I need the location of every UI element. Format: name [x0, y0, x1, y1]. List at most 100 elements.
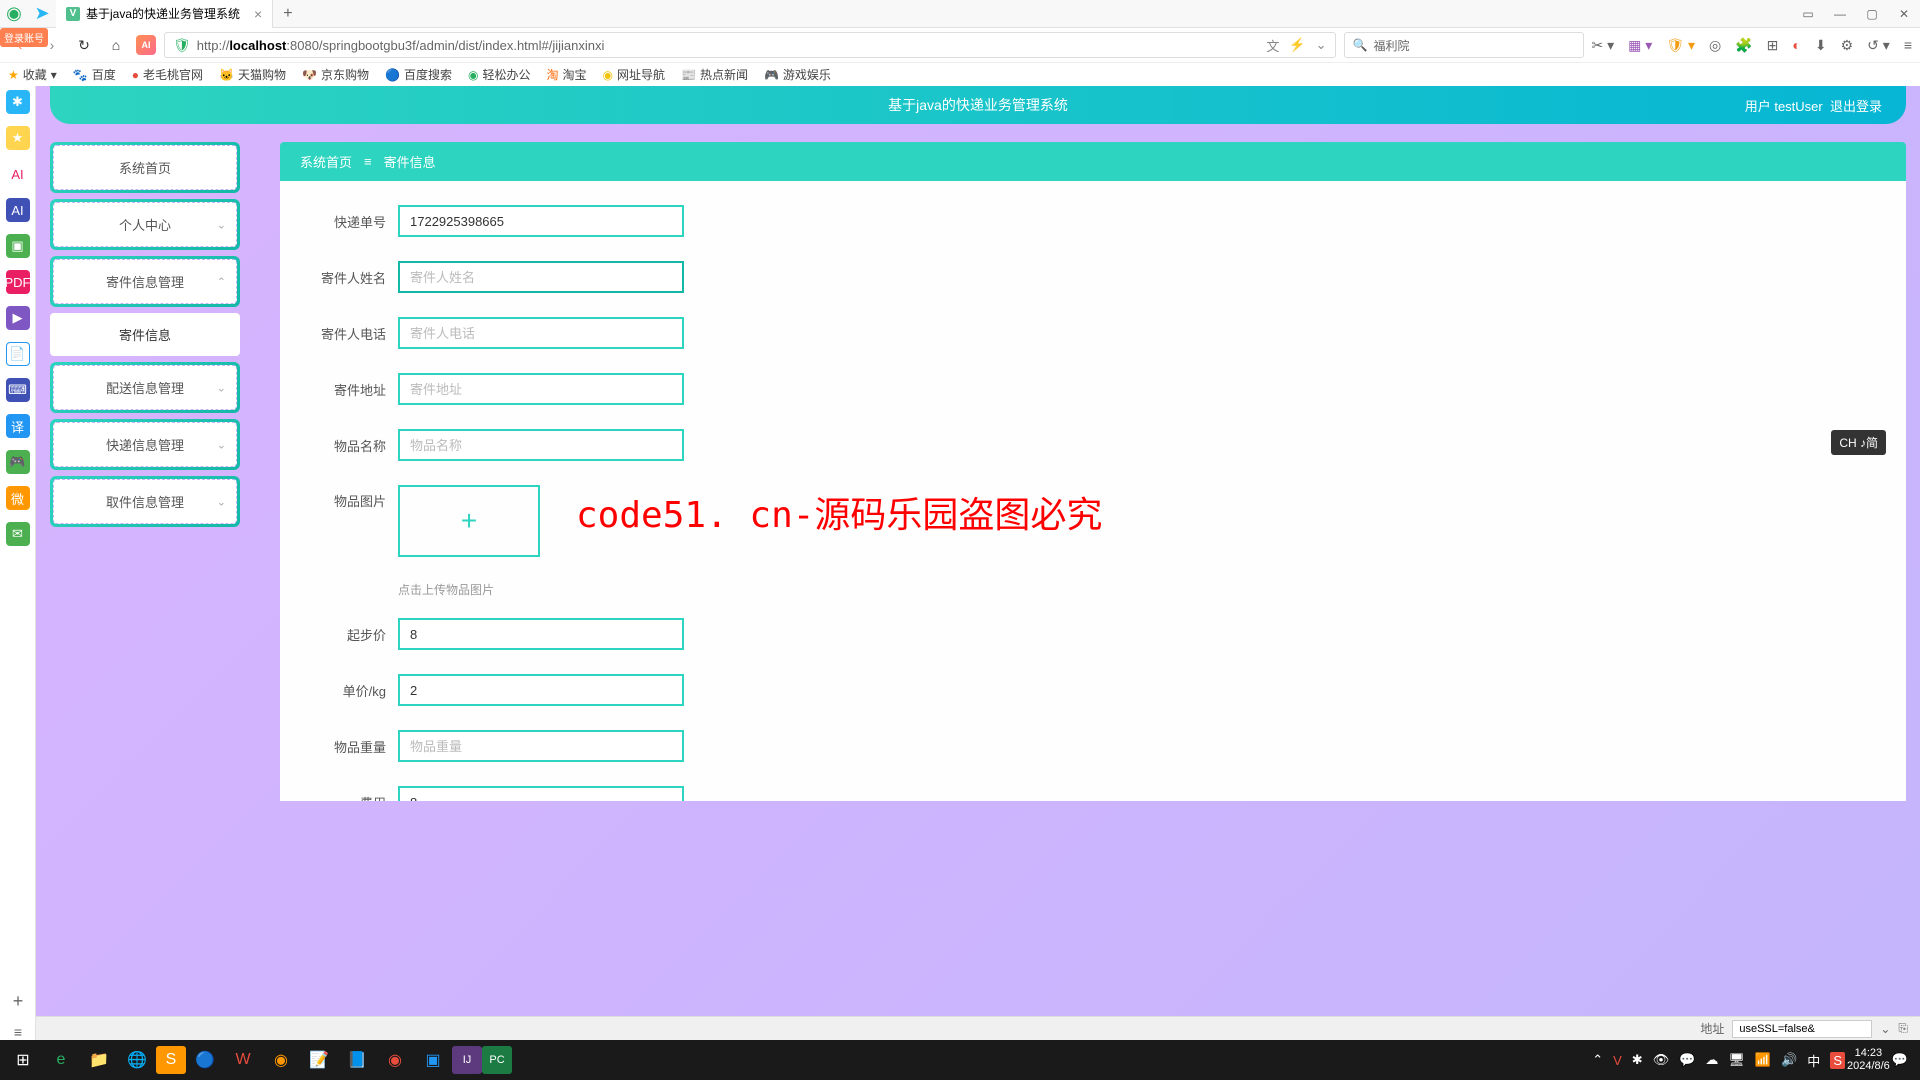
tray-ime-icon[interactable]: 中 [1807, 1051, 1820, 1070]
bookmark-tmall[interactable]: 🐱天猫购物 [219, 66, 286, 83]
taskbar-app1[interactable]: ◉ [262, 1042, 300, 1078]
notification-icon[interactable]: 💬 [1892, 1052, 1908, 1068]
close-tab-icon[interactable]: × [254, 6, 262, 22]
scissors-icon[interactable]: ✂ ▾ [1592, 37, 1615, 54]
tray-monitor-icon[interactable]: 🖥 [1728, 1052, 1745, 1068]
sidebar-icon-2[interactable]: ★ [6, 126, 30, 150]
tray-wechat-icon[interactable]: 💬 [1679, 1052, 1695, 1068]
item-name-input[interactable] [398, 429, 684, 461]
copy-icon[interactable]: ⎘ [1898, 1021, 1908, 1036]
reload-button[interactable]: ↻ [72, 33, 96, 57]
tray-gear-icon[interactable]: ✱ [1632, 1052, 1643, 1068]
sidebar-icon-8[interactable]: 📄 [6, 342, 30, 366]
breadcrumb-home[interactable]: 系统首页 [300, 152, 352, 171]
pip-icon[interactable]: ▭ [1792, 0, 1824, 28]
search-box[interactable]: 🔍 福利院 [1344, 32, 1584, 58]
addr-input[interactable] [1732, 1020, 1872, 1038]
sidebar-icon-10[interactable]: 译 [6, 414, 30, 438]
refresh-icon[interactable]: ↺ ▾ [1867, 37, 1890, 54]
nav-send-mgmt[interactable]: 寄件信息管理⌃ [50, 256, 240, 307]
taskbar-pycharm[interactable]: PC [482, 1046, 512, 1074]
url-bar[interactable]: 🛡 http://localhost:8080/springbootgbu3f/… [164, 32, 1336, 58]
base-price-input[interactable] [398, 618, 684, 650]
tray-s-icon[interactable]: S [1830, 1052, 1845, 1069]
sidebar-icon-12[interactable]: 微 [6, 486, 30, 510]
maximize-button[interactable]: ▢ [1856, 0, 1888, 28]
weight-input[interactable] [398, 730, 684, 762]
start-button[interactable]: ⊞ [4, 1042, 42, 1078]
sidebar-icon-5[interactable]: ▣ [6, 234, 30, 258]
target-icon[interactable]: ◎ [1709, 37, 1721, 54]
bookmark-office[interactable]: ◉轻松办公 [468, 66, 531, 83]
sender-phone-input[interactable] [398, 317, 684, 349]
sidebar-icon-7[interactable]: ▶ [6, 306, 30, 330]
bookmark-games[interactable]: 🎮游戏娱乐 [764, 66, 831, 83]
ai-badge-icon[interactable]: AI [136, 35, 156, 55]
bookmark-news[interactable]: 📰热点新闻 [681, 66, 748, 83]
download-icon[interactable]: ⬇ [1815, 37, 1827, 54]
taskbar-idea[interactable]: IJ [452, 1046, 482, 1074]
nav-send-info[interactable]: 寄件信息 [50, 313, 240, 356]
chevron-down-icon[interactable]: ⌄ [1316, 37, 1327, 53]
fee-input[interactable] [398, 786, 684, 801]
minimize-button[interactable]: — [1824, 0, 1856, 28]
nav-delivery-mgmt[interactable]: 配送信息管理⌄ [50, 362, 240, 413]
sidebar-menu-button[interactable]: ≡ [14, 1024, 22, 1040]
tray-volume-icon[interactable]: 🔊 [1781, 1052, 1797, 1068]
tray-wifi-icon[interactable]: 📶 [1755, 1052, 1771, 1068]
bookmark-taobao[interactable]: 淘淘宝 [546, 66, 586, 83]
close-window-button[interactable]: ✕ [1888, 0, 1920, 28]
tracking-input[interactable] [398, 205, 684, 237]
chevron-down-icon[interactable]: ⌄ [1880, 1022, 1890, 1036]
tray-up-icon[interactable]: ⌃ [1592, 1052, 1603, 1068]
tray-v-icon[interactable]: V [1613, 1053, 1622, 1068]
taskbar-app3[interactable]: ◉ [376, 1042, 414, 1078]
circle-icon[interactable]: ◐ [1792, 37, 1800, 53]
bookmark-baidu[interactable]: 🐾百度 [73, 66, 116, 83]
taskbar-notepad[interactable]: 📝 [300, 1042, 338, 1078]
sidebar-icon-9[interactable]: ⌨ [6, 378, 30, 402]
sender-addr-input[interactable] [398, 373, 684, 405]
apps-icon[interactable]: ⊞ [1767, 37, 1779, 54]
clock[interactable]: 14:23 2024/8/6 [1847, 1047, 1890, 1073]
nav-personal[interactable]: 个人中心⌄ [50, 199, 240, 250]
sidebar-icon-13[interactable]: ✉ [6, 522, 30, 546]
taskbar-wps[interactable]: W [224, 1042, 262, 1078]
sidebar-icon-4[interactable]: AI [6, 198, 30, 222]
menu-icon[interactable]: ≡ [1904, 37, 1912, 53]
ime-badge[interactable]: CH ♪简 [1831, 430, 1886, 455]
translate-icon[interactable]: 文 [1266, 36, 1279, 55]
bookmark-nav[interactable]: ◉网址导航 [602, 66, 665, 83]
flash-icon[interactable]: ⚡ [1289, 37, 1305, 53]
taskbar-360[interactable]: e [42, 1042, 80, 1078]
bookmark-baidu-search[interactable]: 🔵百度搜索 [385, 66, 452, 83]
login-badge[interactable]: 登录账号 [0, 28, 48, 47]
tray-cloud-icon[interactable]: ☁ [1705, 1052, 1718, 1068]
logout-link[interactable]: 退出登录 [1830, 99, 1882, 114]
nav-pickup-mgmt[interactable]: 取件信息管理⌄ [50, 476, 240, 527]
add-sidebar-button[interactable]: + [13, 991, 24, 1012]
taskbar-sublime[interactable]: S [156, 1046, 186, 1074]
upload-button[interactable]: + [398, 485, 540, 557]
new-tab-button[interactable]: + [273, 5, 302, 23]
gear-icon[interactable]: ⚙ [1841, 37, 1854, 54]
nav-express-mgmt[interactable]: 快递信息管理⌄ [50, 419, 240, 470]
bookmark-laomaotao[interactable]: ●老毛桃官网 [132, 66, 203, 83]
sender-name-input[interactable] [398, 261, 684, 293]
sidebar-icon-11[interactable]: 🎮 [6, 450, 30, 474]
bookmark-jd[interactable]: 🐶京东购物 [302, 66, 369, 83]
sidebar-icon-1[interactable]: ✱ [6, 90, 30, 114]
taskbar-chrome[interactable]: 🌐 [118, 1042, 156, 1078]
home-button[interactable]: ⌂ [104, 33, 128, 57]
grid-purple-icon[interactable]: ▦ ▾ [1628, 37, 1652, 54]
taskbar-app4[interactable]: ▣ [414, 1042, 452, 1078]
nav-home[interactable]: 系统首页 [50, 142, 240, 193]
unit-price-input[interactable] [398, 674, 684, 706]
taskbar-edge[interactable]: 🔵 [186, 1042, 224, 1078]
browser-tab[interactable]: V 基于java的快递业务管理系统 × [56, 0, 273, 28]
tray-eye-icon[interactable]: 👁 [1653, 1052, 1670, 1068]
telegram-icon[interactable]: ➤ [28, 0, 56, 28]
shield-orange-icon[interactable]: 🛡 ▾ [1666, 37, 1695, 54]
taskbar-app2[interactable]: 📘 [338, 1042, 376, 1078]
taskbar-explorer[interactable]: 📁 [80, 1042, 118, 1078]
